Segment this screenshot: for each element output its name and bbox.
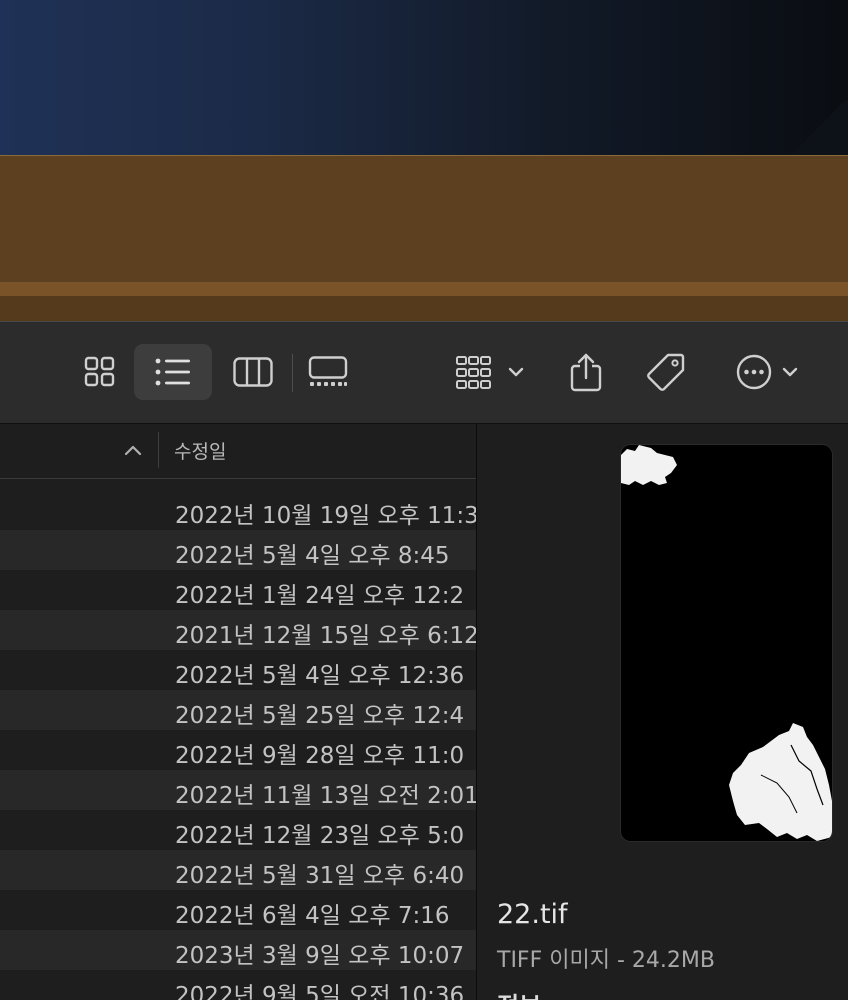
shelf-stripe	[0, 282, 848, 296]
tag-icon	[647, 353, 685, 391]
finder-toolbar	[0, 321, 848, 424]
modified-date-cell: 2022년 6월 4일 오후 7:16	[175, 903, 450, 929]
group-button[interactable]	[450, 344, 530, 400]
background-shelf	[0, 155, 848, 322]
list-row[interactable]: 2021년 12월 15일 오후 6:12	[0, 610, 476, 650]
list-rows: 2022년 10월 19일 오후 11:3 2022년 5월 4일 오후 8:45…	[0, 490, 476, 1000]
list-row[interactable]: 2022년 9월 28일 오후 11:0	[0, 730, 476, 770]
modified-date-cell: 2023년 3월 9일 오후 10:07	[175, 943, 465, 969]
preview-file-name: 22.tif	[497, 899, 568, 930]
chevron-down-icon	[508, 367, 524, 377]
file-thumbnail	[621, 445, 832, 841]
shelf-lower	[0, 296, 848, 322]
list-row[interactable]: 2022년 1월 24일 오후 12:2	[0, 570, 476, 610]
gallery-view-icon	[308, 356, 348, 386]
share-icon	[570, 353, 602, 392]
column-modified-date[interactable]: 수정일	[174, 437, 226, 464]
list-column-header: 수정일	[0, 424, 476, 479]
modified-date-cell: 2022년 11월 13일 오전 2:01	[175, 783, 476, 809]
list-row[interactable]: 2022년 5월 25일 오후 12:4	[0, 690, 476, 730]
list-row[interactable]: 2022년 11월 13일 오전 2:01	[0, 770, 476, 810]
thumbnail-image	[621, 445, 832, 841]
modified-date-cell: 2022년 9월 5일 오전 10:36	[175, 983, 465, 1000]
desktop-wallpaper	[0, 0, 848, 155]
list-view-button[interactable]	[134, 344, 212, 400]
list-row[interactable]: 2022년 10월 19일 오후 11:3	[0, 490, 476, 530]
modified-date-cell: 2022년 5월 25일 오후 12:4	[175, 703, 465, 729]
list-row[interactable]: 2022년 5월 4일 오후 8:45	[0, 530, 476, 570]
list-view-icon	[155, 358, 190, 386]
list-row[interactable]: 2022년 12월 23일 오후 5:0	[0, 810, 476, 850]
tag-button[interactable]	[638, 344, 694, 400]
share-button[interactable]	[560, 344, 612, 400]
list-row[interactable]: 2022년 6월 4일 오후 7:16	[0, 890, 476, 930]
column-view-button[interactable]	[226, 344, 280, 400]
group-icon	[456, 356, 491, 389]
modified-date-cell: 2022년 12월 23일 오후 5:0	[175, 823, 465, 849]
more-icon	[736, 354, 772, 390]
chevron-down-icon	[782, 367, 798, 377]
list-row[interactable]: 2022년 5월 4일 오후 12:36	[0, 650, 476, 690]
column-view-icon	[233, 357, 273, 387]
modified-date-cell: 2022년 10월 19일 오후 11:3	[175, 503, 476, 529]
modified-date-cell: 2022년 5월 31일 오후 6:40	[175, 863, 465, 889]
file-list: 수정일 2022년 10월 19일 오후 11:3 2022년 5월 4일 오후 …	[0, 424, 477, 1000]
more-button[interactable]	[726, 344, 808, 400]
toolbar-separator	[292, 354, 293, 392]
modified-date-cell: 2022년 9월 28일 오후 11:0	[175, 743, 465, 769]
icon-view-icon	[84, 356, 115, 387]
preview-pane: 22.tif TIFF 이미지 - 24.2MB 정보	[477, 424, 848, 1000]
sort-ascending-icon[interactable]	[123, 443, 143, 457]
modified-date-cell: 2022년 5월 4일 오후 12:36	[175, 663, 465, 689]
icon-view-button[interactable]	[72, 344, 128, 400]
list-row[interactable]: 2022년 9월 5일 오전 10:36	[0, 970, 476, 1000]
column-divider[interactable]	[158, 432, 159, 468]
preview-info-heading[interactable]: 정보	[497, 986, 541, 1000]
wallpaper-edge	[788, 100, 848, 155]
preview-file-kind: TIFF 이미지 - 24.2MB	[497, 948, 715, 973]
modified-date-cell: 2022년 5월 4일 오후 8:45	[175, 543, 450, 569]
modified-date-cell: 2021년 12월 15일 오후 6:12	[175, 623, 476, 649]
list-row[interactable]: 2022년 5월 31일 오후 6:40	[0, 850, 476, 890]
list-row[interactable]: 2023년 3월 9일 오후 10:07	[0, 930, 476, 970]
modified-date-cell: 2022년 1월 24일 오후 12:2	[175, 583, 465, 609]
gallery-view-button[interactable]	[302, 344, 354, 400]
finder-window: 수정일 2022년 10월 19일 오후 11:3 2022년 5월 4일 오후 …	[0, 321, 848, 1000]
